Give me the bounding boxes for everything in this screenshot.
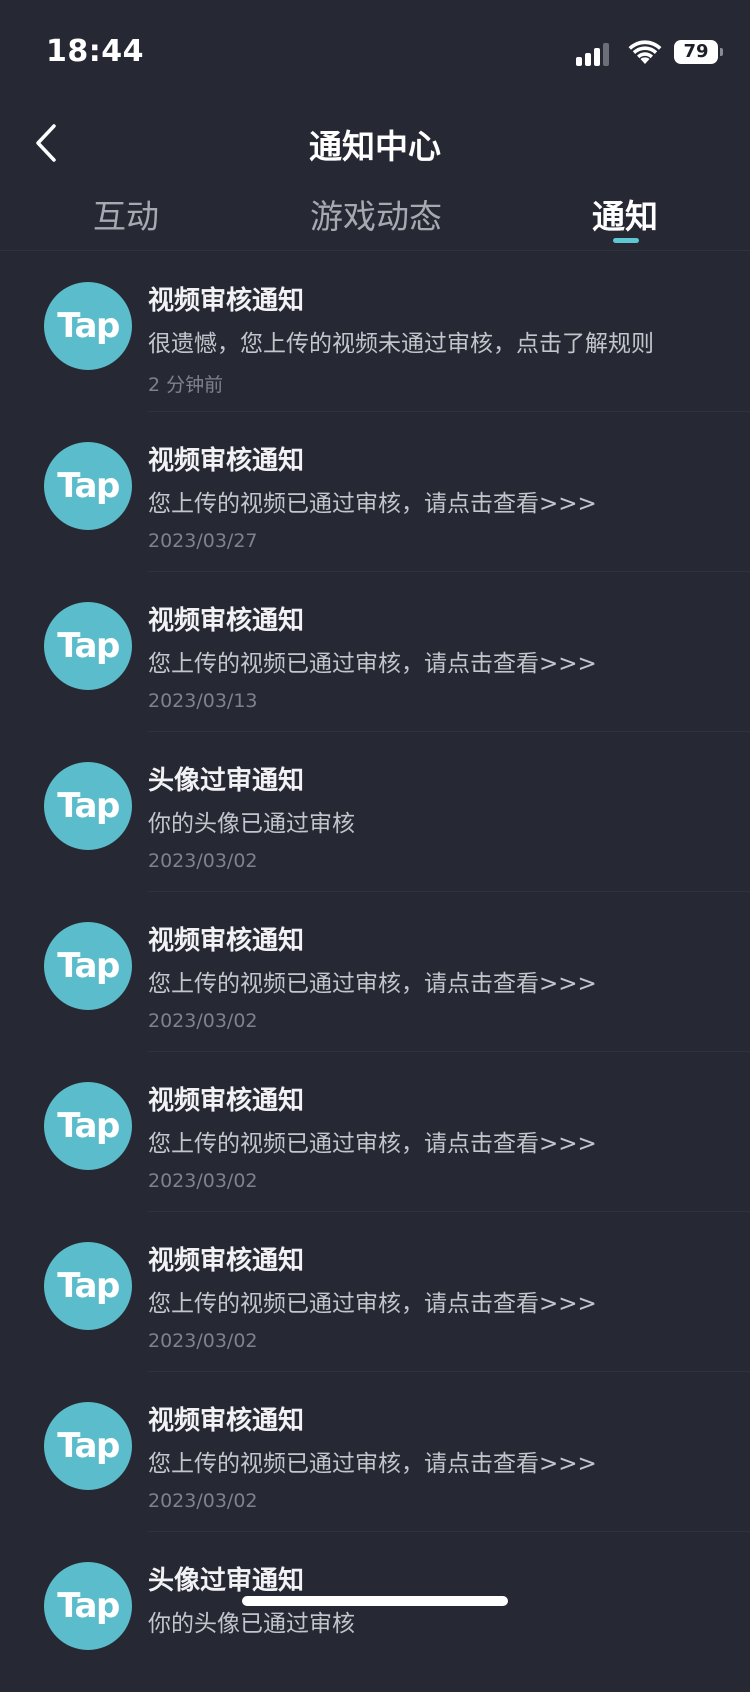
tap-avatar-icon: Tap: [44, 1242, 132, 1330]
notification-time: 2023/03/02: [148, 1490, 258, 1512]
notification-item[interactable]: Tap 视频审核通知 您上传的视频已通过审核，请点击查看>>> 2023/03/…: [0, 412, 750, 572]
notification-item[interactable]: Tap 视频审核通知 您上传的视频已通过审核，请点击查看>>> 2023/03/…: [0, 572, 750, 732]
notification-time: 2023/03/02: [148, 1170, 258, 1192]
tab-interaction[interactable]: 互动: [93, 190, 159, 238]
tap-avatar-icon: Tap: [44, 282, 132, 370]
notification-list: Tap 视频审核通知 很遗憾，您上传的视频未通过审核，点击了解规则 2 分钟前 …: [0, 252, 750, 1692]
page-title: 通知中心: [309, 127, 441, 166]
notification-title: 头像过审通知: [148, 1566, 305, 1596]
notification-time: 2023/03/02: [148, 1330, 258, 1352]
notification-time: 2023/03/02: [148, 1010, 258, 1032]
notification-title: 视频审核通知: [148, 926, 305, 956]
notification-time: 2023/03/02: [148, 850, 258, 872]
tap-avatar-icon: Tap: [44, 1562, 132, 1650]
notification-title: 视频审核通知: [148, 1406, 305, 1436]
notification-item[interactable]: Tap 视频审核通知 您上传的视频已通过审核，请点击查看>>> 2023/03/…: [0, 1052, 750, 1212]
active-tab-indicator: [613, 238, 639, 243]
notification-body: 你的头像已通过审核: [148, 1611, 355, 1637]
notification-time: 2023/03/13: [148, 690, 258, 712]
notification-body: 您上传的视频已通过审核，请点击查看>>>: [148, 491, 597, 517]
notification-time: 2 分钟前: [148, 374, 224, 396]
signal-icon: [576, 42, 616, 66]
notification-body: 您上传的视频已通过审核，请点击查看>>>: [148, 971, 597, 997]
notification-body: 很遗憾，您上传的视频未通过审核，点击了解规则: [148, 331, 654, 357]
notification-body: 你的头像已通过审核: [148, 811, 355, 837]
notification-body: 您上传的视频已通过审核，请点击查看>>>: [148, 1131, 597, 1157]
notification-time: 2023/03/27: [148, 530, 258, 552]
battery-cap: [720, 48, 723, 56]
tab-notifications[interactable]: 通知: [592, 190, 658, 238]
notification-title: 视频审核通知: [148, 1246, 305, 1276]
status-bar: 18:44 79: [0, 0, 750, 100]
status-time: 18:44: [46, 34, 144, 69]
notification-title: 视频审核通知: [148, 1086, 305, 1116]
notification-body: 您上传的视频已通过审核，请点击查看>>>: [148, 651, 597, 677]
notification-item[interactable]: Tap 头像过审通知 你的头像已通过审核 2023/03/02: [0, 732, 750, 892]
notification-title: 头像过审通知: [148, 766, 305, 796]
battery-icon: 79: [674, 40, 718, 64]
battery-level: 79: [683, 41, 709, 62]
notification-item[interactable]: Tap 视频审核通知 您上传的视频已通过审核，请点击查看>>> 2023/03/…: [0, 1372, 750, 1532]
wifi-icon: [628, 40, 662, 64]
notification-title: 视频审核通知: [148, 286, 305, 316]
notification-title: 视频审核通知: [148, 446, 305, 476]
tab-bar: 互动 游戏动态 通知: [0, 186, 750, 251]
tap-avatar-icon: Tap: [44, 602, 132, 690]
tap-avatar-icon: Tap: [44, 762, 132, 850]
notification-item[interactable]: Tap 视频审核通知 您上传的视频已通过审核，请点击查看>>> 2023/03/…: [0, 1212, 750, 1372]
tap-avatar-icon: Tap: [44, 922, 132, 1010]
tap-avatar-icon: Tap: [44, 442, 132, 530]
notification-item[interactable]: Tap 视频审核通知 很遗憾，您上传的视频未通过审核，点击了解规则 2 分钟前: [0, 252, 750, 412]
notification-title: 视频审核通知: [148, 606, 305, 636]
notification-item[interactable]: Tap 视频审核通知 您上传的视频已通过审核，请点击查看>>> 2023/03/…: [0, 892, 750, 1052]
nav-header: 通知中心: [0, 100, 750, 190]
notification-body: 您上传的视频已通过审核，请点击查看>>>: [148, 1291, 597, 1317]
tap-avatar-icon: Tap: [44, 1082, 132, 1170]
tab-game-updates[interactable]: 游戏动态: [310, 190, 442, 238]
home-indicator: [242, 1596, 508, 1606]
notification-item[interactable]: Tap 头像过审通知 你的头像已通过审核: [0, 1532, 750, 1692]
notification-body: 您上传的视频已通过审核，请点击查看>>>: [148, 1451, 597, 1477]
tap-avatar-icon: Tap: [44, 1402, 132, 1490]
